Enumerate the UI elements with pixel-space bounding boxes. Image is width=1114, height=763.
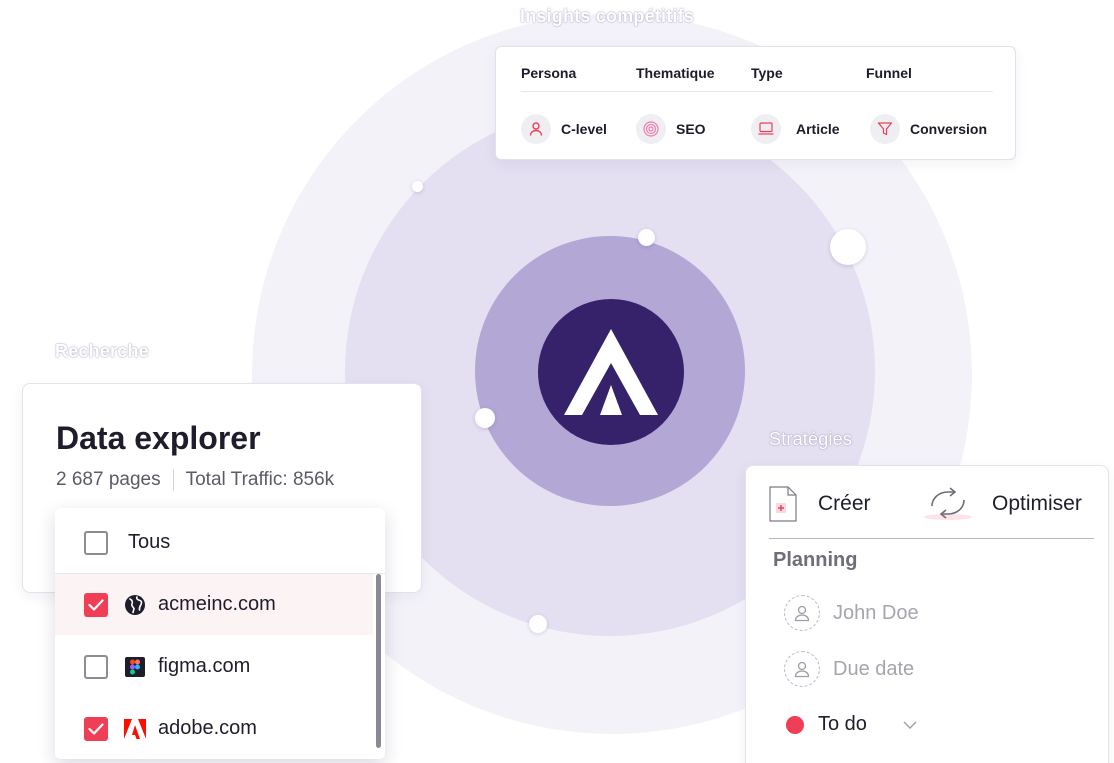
status-label: To do bbox=[818, 713, 867, 735]
insights-divider bbox=[521, 91, 993, 92]
orbit-dot bbox=[638, 229, 655, 246]
optimize-tab[interactable]: Optimiser bbox=[922, 486, 1082, 522]
thematique-label: SEO bbox=[676, 121, 706, 137]
planning-label: Planning bbox=[773, 549, 858, 571]
type-value[interactable]: Article bbox=[751, 114, 840, 144]
refresh-icon bbox=[922, 486, 974, 522]
adobe-logo-icon bbox=[124, 718, 146, 740]
type-label: Article bbox=[796, 121, 840, 137]
funnel-value[interactable]: Conversion bbox=[870, 114, 987, 144]
check-icon bbox=[88, 598, 104, 611]
strategy-divider bbox=[769, 538, 1094, 539]
figma-logo-icon bbox=[124, 656, 146, 678]
avatar-placeholder-icon bbox=[784, 651, 820, 687]
strategies-section-title: Stratégies bbox=[769, 429, 853, 449]
acmeinc-label: acmeinc.com bbox=[158, 593, 276, 615]
header-persona: Persona bbox=[521, 65, 577, 81]
due-date-field[interactable]: Due date bbox=[784, 651, 914, 687]
create-label: Créer bbox=[818, 492, 871, 515]
due-date-label: Due date bbox=[833, 657, 915, 680]
funnel-icon bbox=[870, 114, 900, 144]
domain-option-acmeinc[interactable]: acmeinc.com bbox=[55, 574, 373, 635]
persona-value[interactable]: C-level bbox=[521, 114, 607, 144]
assignee-field[interactable]: John Doe bbox=[784, 595, 919, 631]
funnel-label: Conversion bbox=[910, 121, 988, 137]
total-traffic: Total Traffic: 856k bbox=[185, 469, 335, 490]
document-icon bbox=[768, 486, 798, 522]
select-all-option[interactable]: Tous bbox=[55, 512, 385, 574]
header-funnel: Funnel bbox=[866, 65, 912, 81]
thematique-value[interactable]: SEO bbox=[636, 114, 706, 144]
dropdown-scrollbar[interactable] bbox=[376, 574, 381, 748]
avatar-placeholder-icon bbox=[784, 595, 820, 631]
check-icon bbox=[88, 722, 104, 735]
adobe-checkbox[interactable] bbox=[84, 716, 108, 741]
target-icon bbox=[636, 114, 666, 144]
data-explorer-title: Data explorer bbox=[56, 420, 261, 456]
laptop-icon bbox=[751, 114, 781, 144]
brand-logo bbox=[538, 299, 684, 445]
adobe-label: adobe.com bbox=[158, 717, 257, 739]
explorer-stats: 2 687 pages Total Traffic: 856k bbox=[56, 469, 334, 491]
create-tab[interactable]: Créer bbox=[768, 486, 871, 522]
figma-checkbox[interactable] bbox=[84, 654, 108, 679]
status-indicator bbox=[786, 715, 804, 734]
orbit-dot bbox=[475, 408, 495, 428]
chevron-down-icon bbox=[903, 721, 917, 729]
acmeinc-checkbox[interactable] bbox=[84, 592, 108, 617]
orbit-dot bbox=[529, 615, 547, 633]
globe-icon bbox=[124, 594, 146, 616]
stats-separator bbox=[172, 469, 174, 491]
domain-option-figma[interactable]: figma.com bbox=[55, 636, 373, 697]
brand-logo-icon bbox=[564, 329, 658, 415]
assignee-name: John Doe bbox=[833, 601, 919, 624]
insights-section-title: Insights compétitifs bbox=[520, 6, 695, 26]
select-all-label: Tous bbox=[128, 531, 171, 553]
insights-card: Persona Thematique Type Funnel C-level S… bbox=[495, 46, 1016, 160]
persona-label: C-level bbox=[561, 121, 607, 137]
orbit-dot bbox=[830, 229, 866, 265]
select-all-checkbox[interactable] bbox=[84, 530, 108, 555]
status-select[interactable]: To do bbox=[786, 713, 917, 736]
user-icon bbox=[521, 114, 551, 144]
domain-dropdown[interactable]: Tous acmeinc.com figma.com adobe.com bbox=[55, 508, 385, 759]
recherche-section-title: Recherche bbox=[55, 341, 149, 361]
domain-option-adobe[interactable]: adobe.com bbox=[55, 698, 373, 759]
orbit-dot bbox=[412, 181, 423, 192]
page-count: 2 687 pages bbox=[56, 469, 161, 490]
header-thematique: Thematique bbox=[636, 65, 715, 81]
optimize-label: Optimiser bbox=[992, 492, 1082, 515]
figma-label: figma.com bbox=[158, 655, 251, 677]
header-type: Type bbox=[751, 65, 783, 81]
strategy-card: Créer Optimiser Planning John Doe Due da… bbox=[745, 465, 1109, 763]
stage: Insights compétitifs Recherche Stratégie… bbox=[0, 0, 1114, 763]
